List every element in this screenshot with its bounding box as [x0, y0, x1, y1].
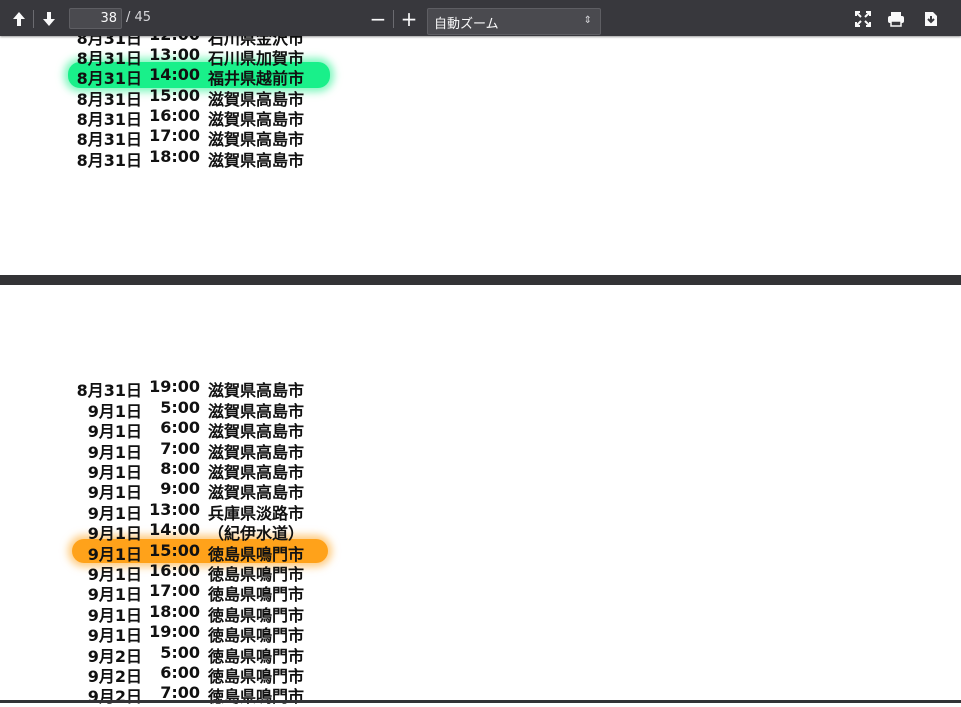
- zoom-select[interactable]: 自動ズーム ⇕: [427, 8, 601, 35]
- presentation-mode-icon[interactable]: [852, 8, 874, 30]
- table-row: 9月1日 16:00 徳島県鳴門市: [70, 560, 332, 584]
- chevron-updown-icon: ⇕: [583, 15, 592, 26]
- time-cell: 19:00: [149, 622, 200, 641]
- table-row: 9月1日 15:00 徳島県鳴門市: [70, 540, 332, 564]
- table-row: 8月31日 15:00 滋賀県高島市: [70, 85, 332, 109]
- table-row: 9月1日 14:00 （紀伊水道）: [70, 519, 332, 543]
- table-row: 9月1日 5:00 滋賀県高島市: [70, 397, 332, 421]
- table-row: 9月1日 17:00 徳島県鳴門市: [70, 580, 332, 604]
- page-separator: [0, 275, 961, 285]
- table-row: 9月2日 6:00 徳島県鳴門市: [70, 662, 332, 686]
- zoom-in-button[interactable]: +: [398, 8, 420, 30]
- table-row: 9月1日 9:00 滋賀県高島市: [70, 478, 332, 502]
- date-cell: 8月31日: [76, 151, 142, 170]
- table-row: 8月31日 19:00 滋賀県高島市: [70, 376, 332, 400]
- table-row: 9月1日 8:00 滋賀県高島市: [70, 458, 332, 482]
- time-cell: 5:00: [160, 643, 200, 662]
- page-number-input[interactable]: 38: [69, 8, 122, 29]
- print-icon[interactable]: [885, 8, 907, 30]
- time-cell: 8:00: [160, 459, 200, 478]
- download-icon[interactable]: [920, 8, 942, 30]
- table-row: 9月2日 7:00 徳島県鳴門市: [70, 682, 332, 706]
- toolbar-divider: [33, 10, 34, 28]
- time-cell: 7:00: [160, 439, 200, 458]
- toolbar-divider: [393, 10, 394, 28]
- zoom-select-value: 自動ズーム: [434, 17, 499, 32]
- table-row: 9月2日 5:00 徳島県鳴門市: [70, 642, 332, 666]
- time-cell: 6:00: [160, 663, 200, 682]
- table-row: 8月31日 16:00 滋賀県高島市: [70, 105, 332, 129]
- table-row: 9月1日 13:00 兵庫県淡路市: [70, 499, 332, 523]
- table-row: 8月31日 14:00 福井県越前市: [70, 64, 332, 88]
- time-cell: 9:00: [160, 479, 200, 498]
- arrow-down-icon[interactable]: [38, 8, 60, 30]
- arrow-up-icon[interactable]: [8, 8, 30, 30]
- date-cell: 9月2日: [87, 687, 142, 706]
- table-row: 8月31日 17:00 滋賀県高島市: [70, 125, 332, 149]
- table-row: 9月1日 6:00 滋賀県高島市: [70, 417, 332, 441]
- time-cell: 16:00: [149, 106, 200, 125]
- time-cell: 15:00: [149, 541, 200, 560]
- time-cell: 17:00: [149, 581, 200, 600]
- table-row: 8月31日 13:00 石川県加賀市: [70, 44, 332, 68]
- page-count: / 45: [126, 10, 152, 25]
- place-cell: 徳島県鳴門市: [208, 687, 305, 706]
- time-cell: 18:00: [149, 602, 200, 621]
- pdf-toolbar: 38 / 45 − + 自動ズーム ⇕: [0, 0, 961, 36]
- place-cell: 滋賀県高島市: [208, 151, 305, 170]
- time-cell: 6:00: [160, 418, 200, 437]
- table-row: 9月1日 18:00 徳島県鳴門市: [70, 601, 332, 625]
- time-cell: 13:00: [149, 45, 200, 64]
- time-cell: 5:00: [160, 398, 200, 417]
- time-cell: 13:00: [149, 500, 200, 519]
- table-row: 9月1日 7:00 滋賀県高島市: [70, 438, 332, 462]
- time-cell: 15:00: [149, 86, 200, 105]
- time-cell: 14:00: [149, 65, 200, 84]
- table-row: 8月31日 18:00 滋賀県高島市: [70, 146, 332, 170]
- zoom-out-button[interactable]: −: [367, 8, 389, 30]
- time-cell: 18:00: [149, 147, 200, 166]
- time-cell: 19:00: [149, 377, 200, 396]
- time-cell: 16:00: [149, 561, 200, 580]
- time-cell: 14:00: [149, 520, 200, 539]
- time-cell: 17:00: [149, 126, 200, 145]
- table-row: 9月1日 19:00 徳島県鳴門市: [70, 621, 332, 645]
